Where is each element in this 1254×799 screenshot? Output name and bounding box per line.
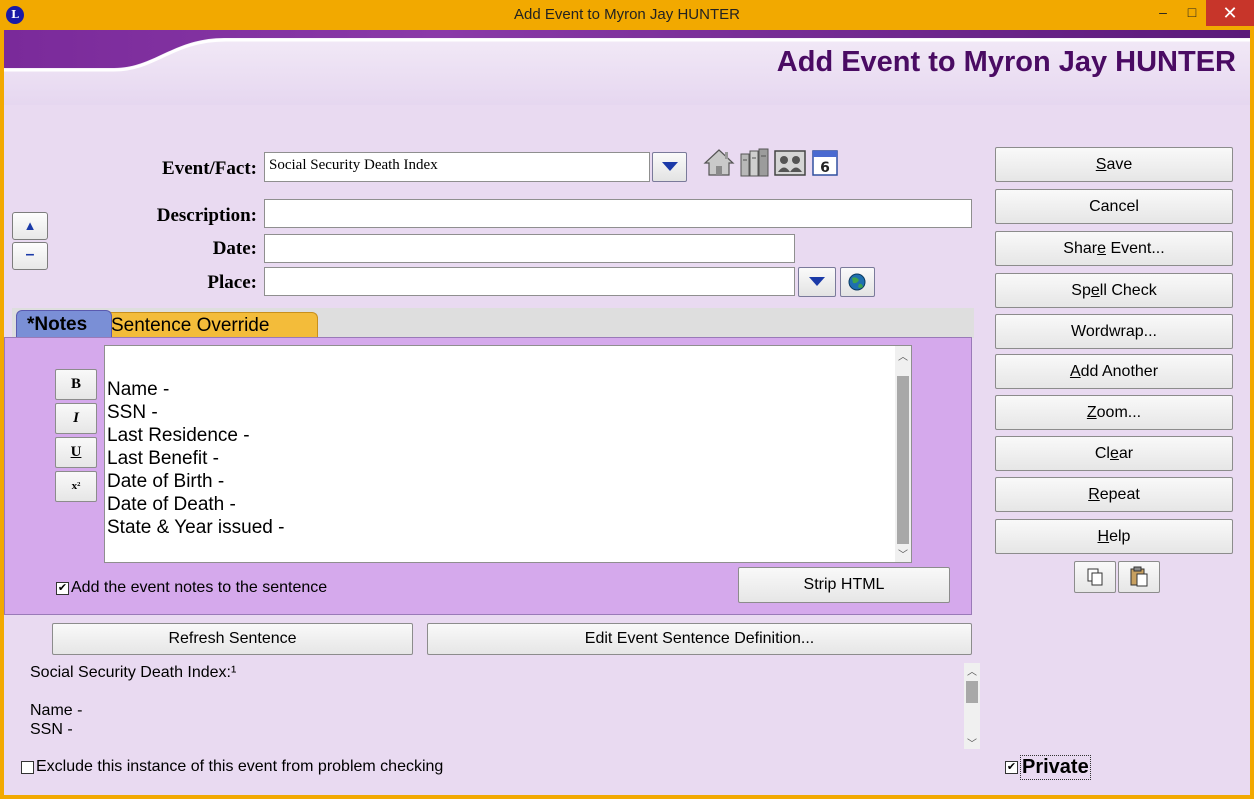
place-dropdown-button[interactable] [798,267,836,297]
people-icon[interactable] [774,148,806,178]
move-up-button[interactable]: ▲ [12,212,48,240]
event-fact-dropdown-button[interactable] [652,152,687,182]
notes-text: Name - SSN - Last Residence - Last Benef… [107,379,285,538]
italic-button[interactable]: I [55,403,97,434]
scrollbar-thumb[interactable] [897,376,909,544]
description-label: Description: [156,205,257,226]
wordwrap-button[interactable]: Wordwrap... [995,314,1233,349]
place-label: Place: [207,272,257,293]
paste-icon [1130,566,1148,587]
chevron-down-icon [661,162,678,171]
library-icon[interactable] [738,146,772,178]
scroll-down-arrow-icon[interactable]: ﹀ [965,735,979,750]
private-label[interactable]: Private [1020,755,1091,780]
dialog-client-area: Add Event to Myron Jay HUNTER ▲ – Event/… [4,30,1250,795]
scroll-up-arrow-icon[interactable]: ︿ [965,663,979,678]
notes-editor[interactable]: Name - SSN - Last Residence - Last Benef… [104,345,912,563]
help-button[interactable]: Help [995,519,1233,554]
event-fact-field[interactable]: Social Security Death Index [264,152,650,182]
repeat-button[interactable]: Repeat [995,477,1233,512]
home-icon[interactable] [703,146,735,178]
window-title: Add Event to Myron Jay HUNTER [514,6,740,23]
copy-button[interactable] [1074,561,1116,593]
save-button[interactable]: Save [995,147,1233,182]
refresh-sentence-button[interactable]: Refresh Sentence [52,623,413,655]
move-down-button[interactable]: – [12,242,48,270]
clear-button[interactable]: Clear [995,436,1233,471]
strip-html-button[interactable]: Strip HTML [738,567,950,603]
cancel-button[interactable]: Cancel [995,189,1233,224]
superscript-button[interactable]: x² [55,471,97,502]
scroll-down-arrow-icon[interactable]: ﹀ [896,546,910,561]
add-notes-checkbox[interactable]: ✔ [56,582,69,595]
scroll-up-arrow-icon[interactable]: ︿ [896,348,910,363]
maximize-button[interactable]: □ [1177,0,1207,26]
spell-check-button[interactable]: Spell Check [995,273,1233,308]
exclude-problem-label: Exclude this instance of this event from… [36,758,444,775]
share-event-button[interactable]: Share Event... [995,231,1233,266]
place-globe-button[interactable] [840,267,875,297]
event-fact-label: Event/Fact: [162,158,257,179]
private-checkbox[interactable]: ✔ [1005,761,1018,774]
close-button[interactable]: ✕ [1206,0,1254,26]
exclude-problem-checkbox[interactable] [21,761,34,774]
add-another-button[interactable]: Add Another [995,354,1233,389]
globe-icon [848,273,866,291]
dialog-heading: Add Event to Myron Jay HUNTER [776,46,1236,78]
zoom-button[interactable]: Zoom... [995,395,1233,430]
place-field[interactable] [264,267,795,296]
sentence-preview: Social Security Death Index:¹ Name - SSN… [18,663,980,753]
underline-button[interactable]: U [55,437,97,468]
add-notes-label: Add the event notes to the sentence [71,579,328,596]
notes-scrollbar[interactable]: ︿ ﹀ [895,346,911,562]
description-field[interactable] [264,199,972,228]
copy-icon [1087,568,1103,586]
tab-sentence-override[interactable]: Sentence Override [104,312,318,340]
scrollbar-thumb[interactable] [966,681,978,703]
chevron-down-icon [809,277,825,286]
date-field[interactable] [264,234,795,263]
minimize-button[interactable]: – [1148,0,1178,26]
paste-button[interactable] [1118,561,1160,593]
sentence-scrollbar[interactable]: ︿ ﹀ [964,663,980,750]
svg-text:6: 6 [820,160,830,176]
calendar-icon[interactable]: 6 [810,146,840,178]
edit-sentence-definition-button[interactable]: Edit Event Sentence Definition... [427,623,972,655]
date-label: Date: [212,238,257,259]
sentence-text: Social Security Death Index:¹ Name - SSN… [30,664,237,738]
bold-button[interactable]: B [55,369,97,400]
tab-notes[interactable]: *Notes [16,310,112,340]
